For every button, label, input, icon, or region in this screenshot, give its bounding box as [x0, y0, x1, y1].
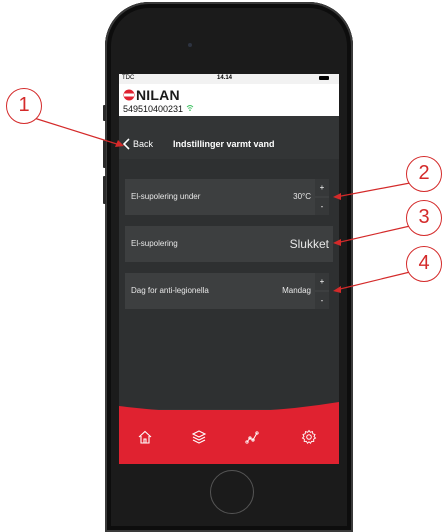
arrow-2: [335, 182, 411, 198]
callout-4: 4: [406, 246, 442, 282]
arrowhead-3: [333, 239, 341, 246]
arrowhead-2: [333, 193, 341, 200]
arrowhead-4: [333, 286, 341, 293]
arrow-4: [335, 271, 411, 291]
arrow-3: [335, 225, 411, 244]
callout-3: 3: [406, 200, 442, 236]
callout-1: 1: [6, 88, 42, 124]
arrow-1: [33, 117, 121, 146]
annotation-arrows: [33, 117, 411, 293]
callout-2: 2: [406, 156, 442, 192]
